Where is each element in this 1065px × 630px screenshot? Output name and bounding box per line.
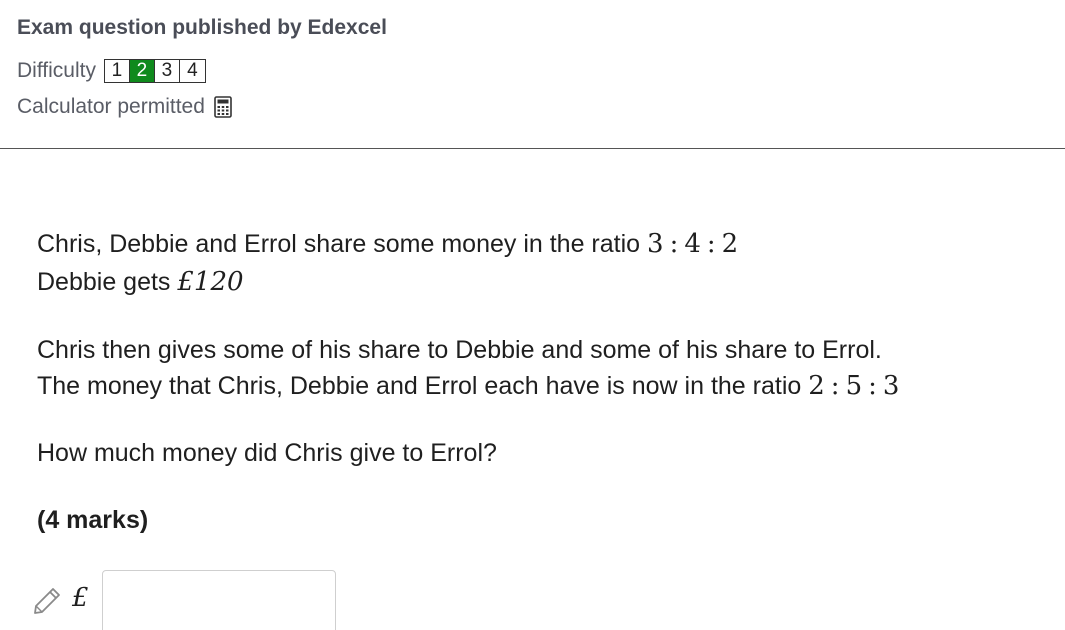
ratio-final-debbie: 5 xyxy=(845,371,863,401)
ratio-final-errol: 3 xyxy=(882,371,900,401)
ratio-initial-errol: 2 xyxy=(721,229,739,259)
answer-row: £ xyxy=(32,570,352,630)
question-line-5: How much money did Chris give to Errol? xyxy=(37,439,497,467)
ratio-initial: 3:4:2 xyxy=(647,229,739,259)
question-line-1: Chris, Debbie and Errol share some money… xyxy=(37,229,738,259)
question-line-4: The money that Chris, Debbie and Errol e… xyxy=(37,371,899,401)
calculator-label: Calculator permitted xyxy=(17,95,205,118)
difficulty-level-4: 4 xyxy=(187,60,198,81)
ratio-initial-chris: 3 xyxy=(647,229,664,259)
difficulty-scale: 1 2 3 4 xyxy=(103,59,206,83)
question-line-2: Debbie gets £120 xyxy=(37,267,244,297)
question-line-1-text: Chris, Debbie and Errol share some money… xyxy=(37,230,641,258)
pencil-icon xyxy=(34,588,60,614)
currency-symbol: £ xyxy=(72,583,89,613)
ratio-final-chris: 2 xyxy=(808,371,825,401)
debbie-amount: £120 xyxy=(177,267,244,297)
answer-input[interactable] xyxy=(102,570,336,630)
calculator-icon xyxy=(214,96,232,118)
difficulty-row: Difficulty 1 2 3 4 xyxy=(17,58,206,84)
header-divider xyxy=(0,148,1065,149)
question-page: Exam question published by Edexcel Diffi… xyxy=(0,0,1065,630)
question-line-3: Chris then gives some of his share to De… xyxy=(37,336,882,364)
ratio-initial-debbie: 4 xyxy=(684,229,701,259)
difficulty-level-3: 3 xyxy=(155,60,180,82)
header-title: Exam question published by Edexcel xyxy=(17,16,387,39)
difficulty-label: Difficulty xyxy=(17,59,96,82)
calculator-row: Calculator permitted xyxy=(17,94,232,120)
question-line-4-text: The money that Chris, Debbie and Errol e… xyxy=(37,372,802,400)
question-line-2-text: Debbie gets xyxy=(37,268,171,296)
difficulty-level-2: 2 xyxy=(129,60,155,82)
difficulty-level-1: 1 xyxy=(105,60,130,82)
ratio-final: 2:5:3 xyxy=(808,371,900,401)
marks-label: (4 marks) xyxy=(37,506,149,534)
